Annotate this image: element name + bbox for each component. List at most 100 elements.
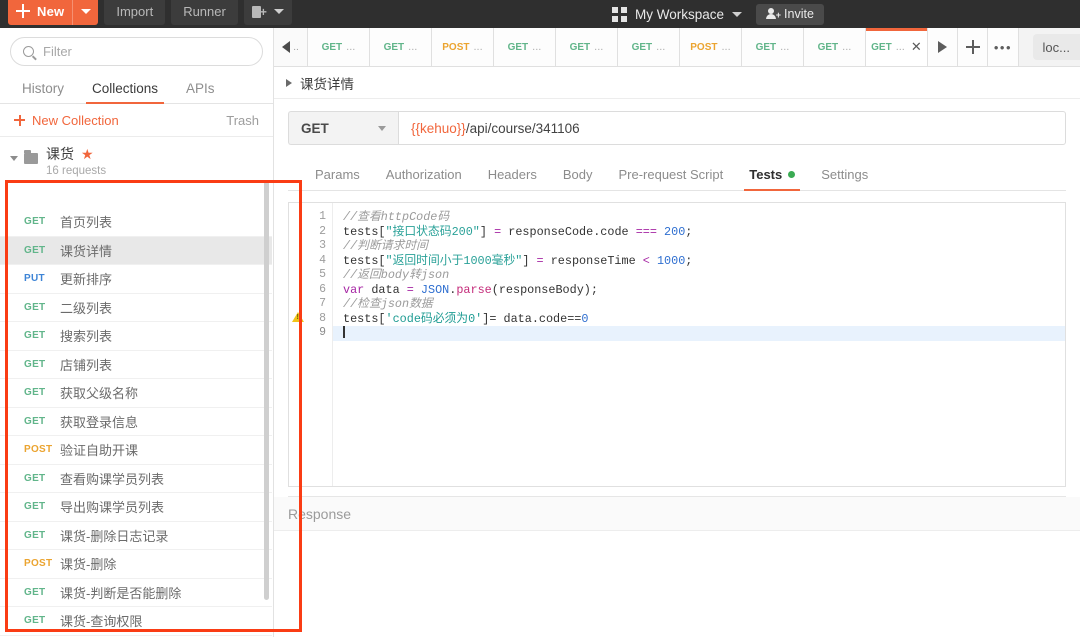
chevron-down-icon[interactable] <box>10 156 18 161</box>
sidebar-scrollbar[interactable] <box>264 180 269 600</box>
open-request-tab[interactable]: GET... <box>741 28 804 66</box>
invite-button[interactable]: + Invite <box>756 3 824 25</box>
code-line: //查看httpCode码 <box>343 210 1065 225</box>
request-list-item[interactable]: GET 搜索列表 <box>0 322 272 351</box>
line-number: 5 <box>319 268 326 281</box>
request-list-item[interactable]: GET 二级列表 <box>0 294 272 322</box>
tab-settings[interactable]: Settings <box>808 167 881 190</box>
collection-request-count: 16 requests <box>46 165 107 177</box>
chevron-down-icon <box>273 8 284 14</box>
request-list-item[interactable]: GET 课货详情 <box>0 236 272 265</box>
request-list-item[interactable]: PUT 更新排序 <box>0 265 272 294</box>
search-input[interactable] <box>43 44 250 59</box>
tab-collections[interactable]: Collections <box>78 81 172 104</box>
sidebar: History Collections APIs New Collection … <box>0 28 274 637</box>
response-header: Response <box>274 497 1080 531</box>
open-request-tab[interactable]: POST... <box>679 28 742 66</box>
filter-box[interactable] <box>10 37 263 66</box>
workspace-label[interactable]: My Workspace <box>635 7 724 22</box>
request-method-label: GET <box>24 301 46 313</box>
request-method-label: GET <box>24 615 46 627</box>
open-request-tab[interactable]: GET... <box>307 28 370 66</box>
tab-authorization[interactable]: Authorization <box>373 167 475 190</box>
collection-header[interactable]: 课货 ★ 16 requests <box>0 137 273 177</box>
code-token: 0 <box>581 311 589 326</box>
code-line <box>333 326 1065 341</box>
code-line: //判断请求时间 <box>343 239 1065 254</box>
open-request-tab[interactable]: GET... ✕ <box>865 28 928 66</box>
new-collection-label: New Collection <box>32 112 119 128</box>
import-button[interactable]: Import <box>104 0 166 25</box>
line-number: 6 <box>319 282 326 296</box>
request-name-label: 店铺列表 <box>60 357 113 373</box>
request-name-label: 课货-判断是否能删除 <box>60 585 182 601</box>
request-name-label: 课货详情 <box>60 243 113 259</box>
code-token: parse <box>456 282 492 297</box>
http-method-select[interactable]: GET <box>288 111 398 145</box>
code-token: 'code码必须为0' <box>385 311 483 326</box>
request-list-item[interactable]: GET 课货-删除日志记录 <box>0 522 272 550</box>
tab-title-label: ... <box>594 41 604 53</box>
new-folder-button[interactable] <box>243 0 292 25</box>
tab-method-label: GET <box>817 41 839 53</box>
tab-tests[interactable]: Tests <box>736 167 808 191</box>
tab-history[interactable]: History <box>8 81 78 103</box>
request-list-item[interactable]: GET 获取父级名称 <box>0 379 272 408</box>
tests-code-editor[interactable]: 123456789 //查看httpCode码tests["接口状态码200"]… <box>288 202 1066 487</box>
code-token: //查看httpCode码 <box>343 210 450 224</box>
open-request-tab[interactable]: GET... <box>803 28 866 66</box>
tab-apis[interactable]: APIs <box>172 81 229 103</box>
tab-pre-request-script[interactable]: Pre-request Script <box>605 167 736 190</box>
tab-next-button[interactable] <box>927 28 959 66</box>
line-number: 9 <box>319 326 326 339</box>
environment-area: loc... <box>1018 28 1080 66</box>
code-token: responseCode.code <box>501 224 636 239</box>
main-pane: .. GET... GET... POST... GET... GET... GET...… <box>274 28 1080 637</box>
request-list-item[interactable]: GET 首页列表 <box>0 208 272 237</box>
request-list-item[interactable]: GET 获取登录信息 <box>0 408 272 436</box>
request-list-item[interactable]: GET 导出购课学员列表 <box>0 493 272 522</box>
trash-link[interactable]: Trash <box>226 113 259 128</box>
open-request-tab[interactable]: POST... <box>431 28 494 66</box>
editor-code-content[interactable]: //查看httpCode码 tests["接口状态码200"] = respons… <box>333 203 1065 486</box>
open-request-tab[interactable]: GET... <box>369 28 432 66</box>
request-list-item[interactable]: POST 课货-删除 <box>0 550 272 579</box>
url-area: GET {{kehuo}}/api/course/341106 Params A… <box>274 99 1080 191</box>
environment-selector[interactable]: loc... <box>1032 34 1080 60</box>
collection-actions: New Collection Trash <box>0 104 273 137</box>
request-list-item[interactable]: GET 店铺列表 <box>0 351 272 379</box>
close-icon[interactable]: ✕ <box>911 39 922 55</box>
runner-button[interactable]: Runner <box>171 0 238 25</box>
open-request-tab[interactable]: GET... <box>617 28 680 66</box>
tab-body[interactable]: Body <box>550 167 606 190</box>
request-tab-strip: .. GET... GET... POST... GET... GET... GET...… <box>274 28 1080 67</box>
new-button[interactable]: New <box>8 0 99 25</box>
request-method-label: PUT <box>24 273 45 285</box>
open-request-tab[interactable]: GET... <box>493 28 556 66</box>
code-token: [ <box>378 224 386 239</box>
new-tab-button[interactable] <box>958 28 989 66</box>
tab-params[interactable]: Params <box>302 167 373 190</box>
tab-headers[interactable]: Headers <box>475 167 550 190</box>
code-token: ; <box>685 224 693 239</box>
code-token: = data.code== <box>489 311 582 326</box>
code-token: 1000 <box>656 253 686 268</box>
code-token: === <box>635 224 657 239</box>
chevron-down-icon[interactable] <box>732 11 743 17</box>
code-line: tests["返回时间小于1000毫秒"] = responseTime < 1… <box>343 254 1065 269</box>
request-list-item[interactable]: GET 查看购课学员列表 <box>0 465 272 493</box>
tab-options-button[interactable]: ••• <box>988 28 1019 66</box>
request-list-item[interactable]: GET 课货-查询权限 <box>0 607 272 636</box>
request-list-item[interactable]: POST 验证自助开课 <box>0 436 272 465</box>
chevron-down-icon <box>378 125 386 131</box>
chevron-right-icon[interactable] <box>286 78 292 87</box>
star-icon[interactable]: ★ <box>81 146 94 162</box>
new-dropdown-caret[interactable] <box>72 0 98 25</box>
new-button-label: New <box>37 3 65 19</box>
new-collection-button[interactable]: New Collection <box>14 113 119 128</box>
request-list-item[interactable]: GET 课货-判断是否能删除 <box>0 579 272 607</box>
open-request-tab[interactable]: GET... <box>555 28 618 66</box>
url-input[interactable]: {{kehuo}}/api/course/341106 <box>398 111 1066 145</box>
tab-scroll-left-button[interactable]: .. <box>274 28 308 66</box>
code-token: tests <box>343 224 379 239</box>
